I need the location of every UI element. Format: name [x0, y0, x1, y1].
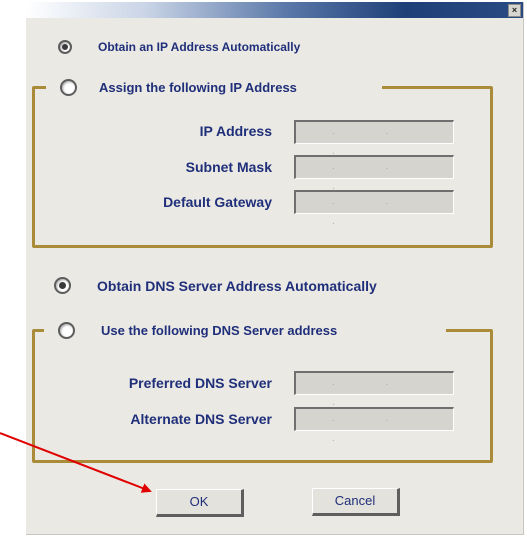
annotation-arrow-icon — [0, 432, 152, 493]
